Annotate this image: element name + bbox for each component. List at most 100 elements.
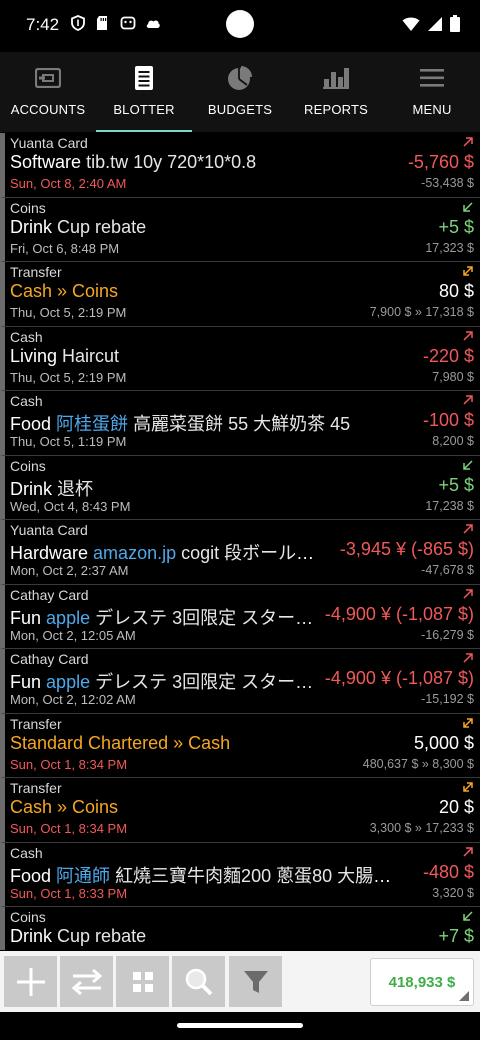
- active-tab-indicator: [96, 130, 192, 132]
- shield-icon: [71, 15, 85, 31]
- add-icon: [16, 967, 45, 996]
- transaction-row[interactable]: Cash Food 阿桂蛋餅 高麗菜蛋餅 55 大鮮奶茶 45 -100 $ Thu,…: [0, 391, 480, 456]
- transaction-row[interactable]: Coins Drink Cup rebate +5 $ Fri, Oct 6, 8:4…: [0, 197, 480, 262]
- account-name: Cathay Card: [10, 586, 89, 603]
- account-name: Cash: [10, 328, 43, 345]
- transaction-title: Hardware amazon.jp cogit 段ボールス…: [10, 539, 328, 565]
- account-name: Cash: [10, 393, 43, 409]
- running-balance: -53,438 $: [421, 176, 474, 190]
- category-name: Living: [10, 345, 58, 366]
- transaction-amount: -220 $: [422, 345, 474, 366]
- running-balance: -47,678 $: [421, 563, 474, 577]
- transaction-row[interactable]: Transfer Cash » Coins 80 $ Thu, Oct 5, 2:19…: [0, 262, 480, 327]
- transaction-date: Mon, Oct 2, 2:37 AM: [10, 563, 129, 578]
- status-time: 7:42: [26, 15, 60, 34]
- transaction-date: Sun, Oct 8, 2:40 AM: [10, 176, 127, 191]
- transaction-title: Drink 退杯: [10, 475, 93, 501]
- transaction-title: Software tib.tw 10y 720*10*0.8: [10, 152, 256, 173]
- transfer-arrow-icon: [462, 780, 474, 792]
- add-transfer-button[interactable]: [60, 956, 113, 1007]
- transaction-title: Food 阿桂蛋餅 高麗菜蛋餅 55 大鮮奶茶 45: [10, 410, 350, 436]
- payee-name: apple: [46, 672, 91, 692]
- transaction-amount: -4,900 ¥ (-1,087 $): [324, 668, 474, 688]
- category-name: Hardware: [10, 543, 89, 563]
- running-balance: 7,980 $: [432, 369, 474, 384]
- transaction-amount: -3,945 ¥ (-865 $): [339, 539, 474, 559]
- transaction-row[interactable]: Yuanta Card Hardware amazon.jp cogit 段ボール…: [0, 520, 480, 585]
- running-balance: 8,200 $: [432, 434, 474, 448]
- transaction-row[interactable]: CoinsDrink Cup rebate+7 $Sun, Oct 1, 8:3…: [0, 907, 480, 950]
- total-balance-button[interactable]: 418,933 $: [370, 958, 474, 1006]
- home-gesture-handle[interactable]: [177, 1023, 303, 1028]
- templates-button[interactable]: [116, 956, 169, 1007]
- account-name: Yuanta Card: [10, 522, 88, 538]
- wifi-icon: [402, 17, 420, 31]
- transaction-date: Thu, Oct 5, 1:19 PM: [10, 434, 127, 449]
- account-name: Coins: [10, 199, 46, 216]
- transaction-note: cogit 段ボールス…: [181, 543, 328, 563]
- template-grid-icon: [132, 971, 153, 992]
- total-balance: 418,933 $: [388, 973, 456, 991]
- transaction-row[interactable]: Yuanta Card Software tib.tw 10y 720*10*0.…: [0, 133, 480, 198]
- category-name: Drink: [10, 478, 53, 499]
- add-transaction-button[interactable]: [4, 956, 57, 1007]
- transaction-amount: 20 $: [438, 797, 474, 817]
- category-name: Fun: [10, 607, 42, 628]
- category-name: Fun: [10, 672, 42, 692]
- transfer-arrow-icon: [462, 716, 474, 728]
- running-balance: 7,900 $ » 17,318 $: [369, 305, 474, 319]
- cloud-icon: [146, 20, 160, 28]
- category-name: Drink: [10, 926, 53, 946]
- expense-arrow-icon: [462, 135, 474, 147]
- transaction-date: Thu, Oct 5, 2:19 PM: [10, 305, 127, 320]
- transaction-row[interactable]: Cash Living Haircut -220 $ Thu, Oct 5, 2:19…: [0, 326, 480, 391]
- transaction-row[interactable]: Transfer Cash » Coins 20 $ Sun, Oct 1, 8:34…: [0, 778, 480, 843]
- battery-icon: [450, 15, 460, 32]
- expense-arrow-icon: [462, 393, 474, 405]
- tab-menu[interactable]: MENU: [384, 52, 480, 132]
- tab-label: ACCOUNTS: [10, 102, 86, 117]
- transaction-date: Mon, Oct 2, 12:02 AM: [10, 692, 136, 707]
- transaction-title: Living Haircut: [10, 346, 119, 367]
- transaction-row[interactable]: Cathay Card Fun apple デレステ 3回限定 スター… -4,90…: [0, 584, 480, 649]
- tab-blotter[interactable]: BLOTTER: [96, 52, 192, 132]
- account-name: Yuanta Card: [10, 135, 88, 151]
- tab-reports[interactable]: REPORTS: [288, 52, 384, 132]
- transfer-accounts: Cash » Coins: [10, 797, 119, 817]
- account-name: Coins: [10, 909, 46, 925]
- transaction-amount: -480 $: [422, 861, 474, 882]
- transaction-row[interactable]: Transfer Standard Chartered » Cash 5,000 $…: [0, 713, 480, 778]
- transaction-row[interactable]: Coins Drink 退杯 +5 $ Wed, Oct 4, 8:43 PM 17,2…: [0, 455, 480, 520]
- transaction-row[interactable]: Cash Food 阿通師 紅燒三寶牛肉麵200 蔥蛋80 大腸頭… -480 $ S…: [0, 842, 480, 907]
- tab-budgets[interactable]: BUDGETS: [192, 52, 288, 132]
- bar-chart-icon: [322, 64, 350, 92]
- filter-button[interactable]: [229, 956, 282, 1007]
- search-button[interactable]: [172, 956, 225, 1007]
- menu-icon: [418, 64, 446, 92]
- account-name: Transfer: [10, 264, 62, 280]
- transaction-amount: -100 $: [422, 410, 474, 430]
- transaction-amount: +5 $: [438, 216, 474, 237]
- expense-arrow-icon: [462, 587, 474, 599]
- category-name: Software: [10, 152, 82, 172]
- tab-accounts[interactable]: ACCOUNTS: [0, 52, 96, 132]
- transaction-date: Sun, Oct 1, 8:33 PM: [10, 885, 128, 901]
- transaction-amount: -5,760 $: [407, 152, 474, 172]
- running-balance: -15,192 $: [421, 692, 474, 706]
- income-arrow-icon: [462, 458, 474, 470]
- status-notification-icons: [70, 15, 161, 31]
- transaction-date: Wed, Oct 4, 8:43 PM: [10, 498, 131, 514]
- payee-name: apple: [46, 607, 91, 628]
- transaction-row[interactable]: Cathay Card Fun apple デレステ 3回限定 スター… -4,90…: [0, 649, 480, 714]
- transaction-title: Fun apple デレステ 3回限定 スター…: [10, 668, 313, 694]
- expense-arrow-icon: [462, 329, 474, 341]
- document-icon: [130, 64, 158, 92]
- transaction-note: Haircut: [62, 345, 120, 366]
- transaction-note: 紅燒三寶牛肉麵200 蔥蛋80 大腸頭…: [115, 865, 405, 886]
- transaction-list[interactable]: Yuanta Card Software tib.tw 10y 720*10*0.…: [0, 133, 480, 950]
- account-name: Transfer: [10, 780, 62, 796]
- transaction-amount: -4,900 ¥ (-1,087 $): [324, 603, 474, 624]
- running-balance: 3,320 $: [432, 885, 474, 900]
- transaction-amount: +5 $: [438, 474, 474, 495]
- tab-label: MENU: [412, 102, 452, 117]
